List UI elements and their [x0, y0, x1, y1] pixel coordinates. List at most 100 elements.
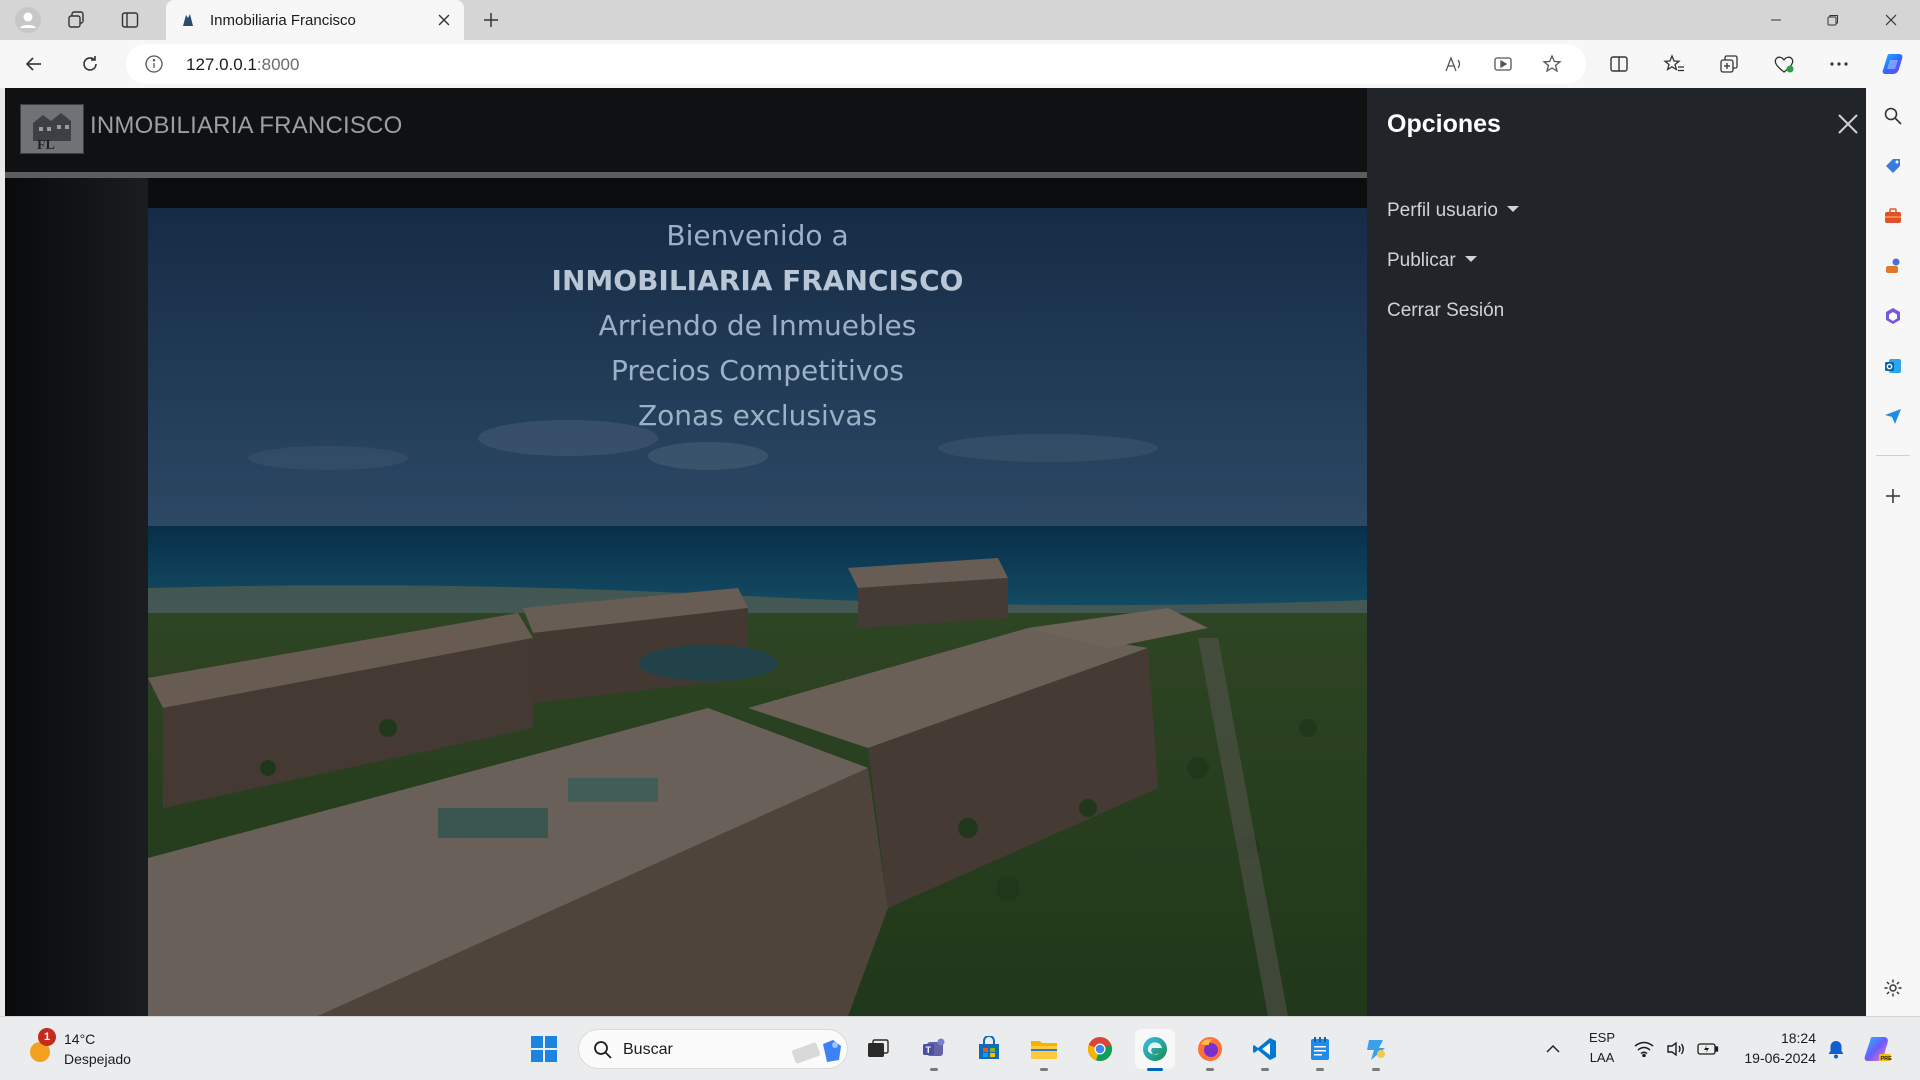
profile-icon[interactable] — [8, 6, 48, 34]
hero-company-name: INMOBILIARIA FRANCISCO — [551, 264, 964, 297]
tab-close-icon[interactable] — [434, 10, 454, 30]
menu-item-publicar[interactable]: Publicar — [1387, 250, 1477, 272]
taskbar-search-box[interactable]: Buscar — [578, 1029, 848, 1069]
notifications-bell-icon[interactable] — [1824, 1029, 1848, 1069]
minimize-button[interactable] — [1748, 0, 1804, 40]
browser-toolbar: 127.0.0.1:8000 — [0, 40, 1920, 88]
immersive-reader-icon[interactable] — [1490, 52, 1516, 76]
edge-sidebar — [1866, 88, 1920, 1016]
close-window-button[interactable] — [1863, 0, 1919, 40]
running-indicator — [1040, 1068, 1048, 1071]
volume-icon[interactable] — [1661, 1029, 1691, 1069]
copilot-taskbar-icon[interactable]: PRE — [1858, 1029, 1898, 1069]
battery-icon[interactable] — [1693, 1029, 1723, 1069]
new-tab-button[interactable] — [476, 6, 506, 34]
site-logo[interactable]: FL — [20, 104, 84, 154]
tab-inmobiliaria[interactable]: Inmobiliaria Francisco — [166, 0, 464, 40]
hero-tagline-rent: Arriendo de Inmuebles — [598, 309, 917, 342]
copilot-icon[interactable] — [1876, 48, 1912, 80]
taskbar-edge-icon[interactable] — [1135, 1029, 1175, 1071]
collections-icon[interactable] — [1711, 48, 1747, 80]
taskbar-search-label: Buscar — [623, 1041, 673, 1058]
sidebar-divider — [1876, 455, 1910, 456]
back-button[interactable] — [16, 48, 52, 80]
running-indicator — [1261, 1068, 1269, 1071]
url-text[interactable]: 127.0.0.1:8000 — [186, 55, 299, 75]
dropdown-caret-icon — [1464, 256, 1477, 262]
logo-text: FL — [37, 138, 55, 153]
menu-item-label: Perfil usuario — [1387, 200, 1498, 221]
hero-welcome: Bienvenido a — [666, 219, 849, 252]
weather-temperature[interactable]: 14°C — [64, 1031, 95, 1047]
running-indicator — [930, 1068, 938, 1071]
workspaces-icon[interactable] — [56, 6, 96, 34]
site-favicon-icon — [180, 12, 196, 28]
weather-description[interactable]: Despejado — [64, 1051, 131, 1067]
offcanvas-menu: Opciones Perfil usuario Publicar Cerrar … — [1367, 88, 1866, 1016]
taskbar-vscode-icon[interactable] — [1245, 1029, 1285, 1071]
site-navbar: FL INMOBILIARIA FRANCISCO — [5, 88, 1367, 172]
taskbar-notepad-icon[interactable] — [1300, 1029, 1340, 1071]
menu-item-label: Publicar — [1387, 250, 1456, 271]
taskbar-firefox-icon[interactable] — [1190, 1029, 1230, 1071]
menu-item-cerrar-sesion[interactable]: Cerrar Sesión — [1387, 300, 1504, 322]
restore-button[interactable] — [1805, 0, 1861, 40]
more-options-icon[interactable] — [1821, 48, 1857, 80]
start-button[interactable] — [524, 1029, 564, 1069]
hero-text-block: Bienvenido a INMOBILIARIA FRANCISCO Arri… — [148, 208, 1367, 438]
browser-tab-strip: Inmobiliaria Francisco — [0, 0, 1920, 40]
svg-text:T: T — [926, 1045, 932, 1055]
vertical-tabs-icon[interactable] — [110, 6, 150, 34]
active-indicator — [1147, 1068, 1163, 1071]
sidebar-m365-icon[interactable] — [1877, 300, 1909, 332]
favorites-icon[interactable] — [1656, 48, 1692, 80]
hero-tagline-zones: Zonas exclusivas — [637, 399, 878, 432]
dropdown-caret-icon — [1506, 206, 1519, 212]
refresh-button[interactable] — [72, 48, 108, 80]
sidebar-send-icon[interactable] — [1877, 400, 1909, 432]
taskbar-teams-icon[interactable]: T — [914, 1029, 954, 1071]
taskbar-store-icon[interactable] — [969, 1029, 1009, 1069]
task-view-button[interactable] — [858, 1029, 898, 1069]
split-screen-icon[interactable] — [1601, 48, 1637, 80]
favorite-star-icon[interactable] — [1539, 52, 1565, 76]
site-brand[interactable]: INMOBILIARIA FRANCISCO — [90, 112, 402, 140]
sidebar-add-icon[interactable] — [1877, 480, 1909, 512]
weather-alert-badge: 1 — [38, 1028, 56, 1046]
sidebar-shopping-icon[interactable] — [1877, 150, 1909, 182]
windows-taskbar: 1 14°C Despejado Buscar T ESP LAA 18:24 … — [0, 1016, 1920, 1080]
language-top[interactable]: ESP — [1586, 1030, 1618, 1045]
url-host: 127.0.0.1 — [186, 55, 257, 74]
running-indicator — [1206, 1068, 1214, 1071]
clock-time[interactable]: 18:24 — [1726, 1030, 1816, 1046]
taskbar-chrome-icon[interactable] — [1080, 1029, 1120, 1069]
taskbar-app-icon[interactable] — [1356, 1029, 1396, 1071]
language-bottom[interactable]: LAA — [1586, 1050, 1618, 1065]
taskbar-search-icon — [594, 1041, 612, 1059]
sidebar-tools-icon[interactable] — [1877, 200, 1909, 232]
address-bar[interactable]: 127.0.0.1:8000 — [126, 44, 1586, 84]
tab-title: Inmobiliaria Francisco — [210, 12, 356, 29]
offcanvas-close-icon[interactable] — [1836, 112, 1860, 136]
tray-overflow-chevron-icon[interactable] — [1533, 1029, 1573, 1069]
hero-tagline-prices: Precios Competitivos — [610, 354, 905, 387]
site-info-icon[interactable] — [144, 54, 164, 74]
menu-item-label: Cerrar Sesión — [1387, 300, 1505, 321]
taskbar-file-explorer-icon[interactable] — [1024, 1029, 1064, 1071]
offcanvas-title: Opciones — [1387, 110, 1501, 138]
hero-banner: Bienvenido a INMOBILIARIA FRANCISCO Arri… — [148, 208, 1367, 1016]
page-viewport: FL INMOBILIARIA FRANCISCO Bienvenido a I… — [5, 88, 1866, 1016]
sidebar-settings-icon[interactable] — [1877, 972, 1909, 1004]
browser-essentials-icon[interactable] — [1766, 48, 1802, 80]
url-port: :8000 — [256, 55, 300, 74]
running-indicator — [1372, 1068, 1380, 1071]
read-aloud-icon[interactable] — [1441, 52, 1467, 76]
clock-date[interactable]: 19-06-2024 — [1726, 1050, 1816, 1066]
wifi-icon[interactable] — [1629, 1029, 1659, 1069]
sidebar-outlook-icon[interactable] — [1877, 350, 1909, 382]
sidebar-games-icon[interactable] — [1877, 250, 1909, 282]
sidebar-search-icon[interactable] — [1877, 100, 1909, 132]
navbar-divider — [5, 172, 1367, 178]
svg-text:PRE: PRE — [1881, 1056, 1893, 1062]
menu-item-perfil-usuario[interactable]: Perfil usuario — [1387, 200, 1519, 222]
